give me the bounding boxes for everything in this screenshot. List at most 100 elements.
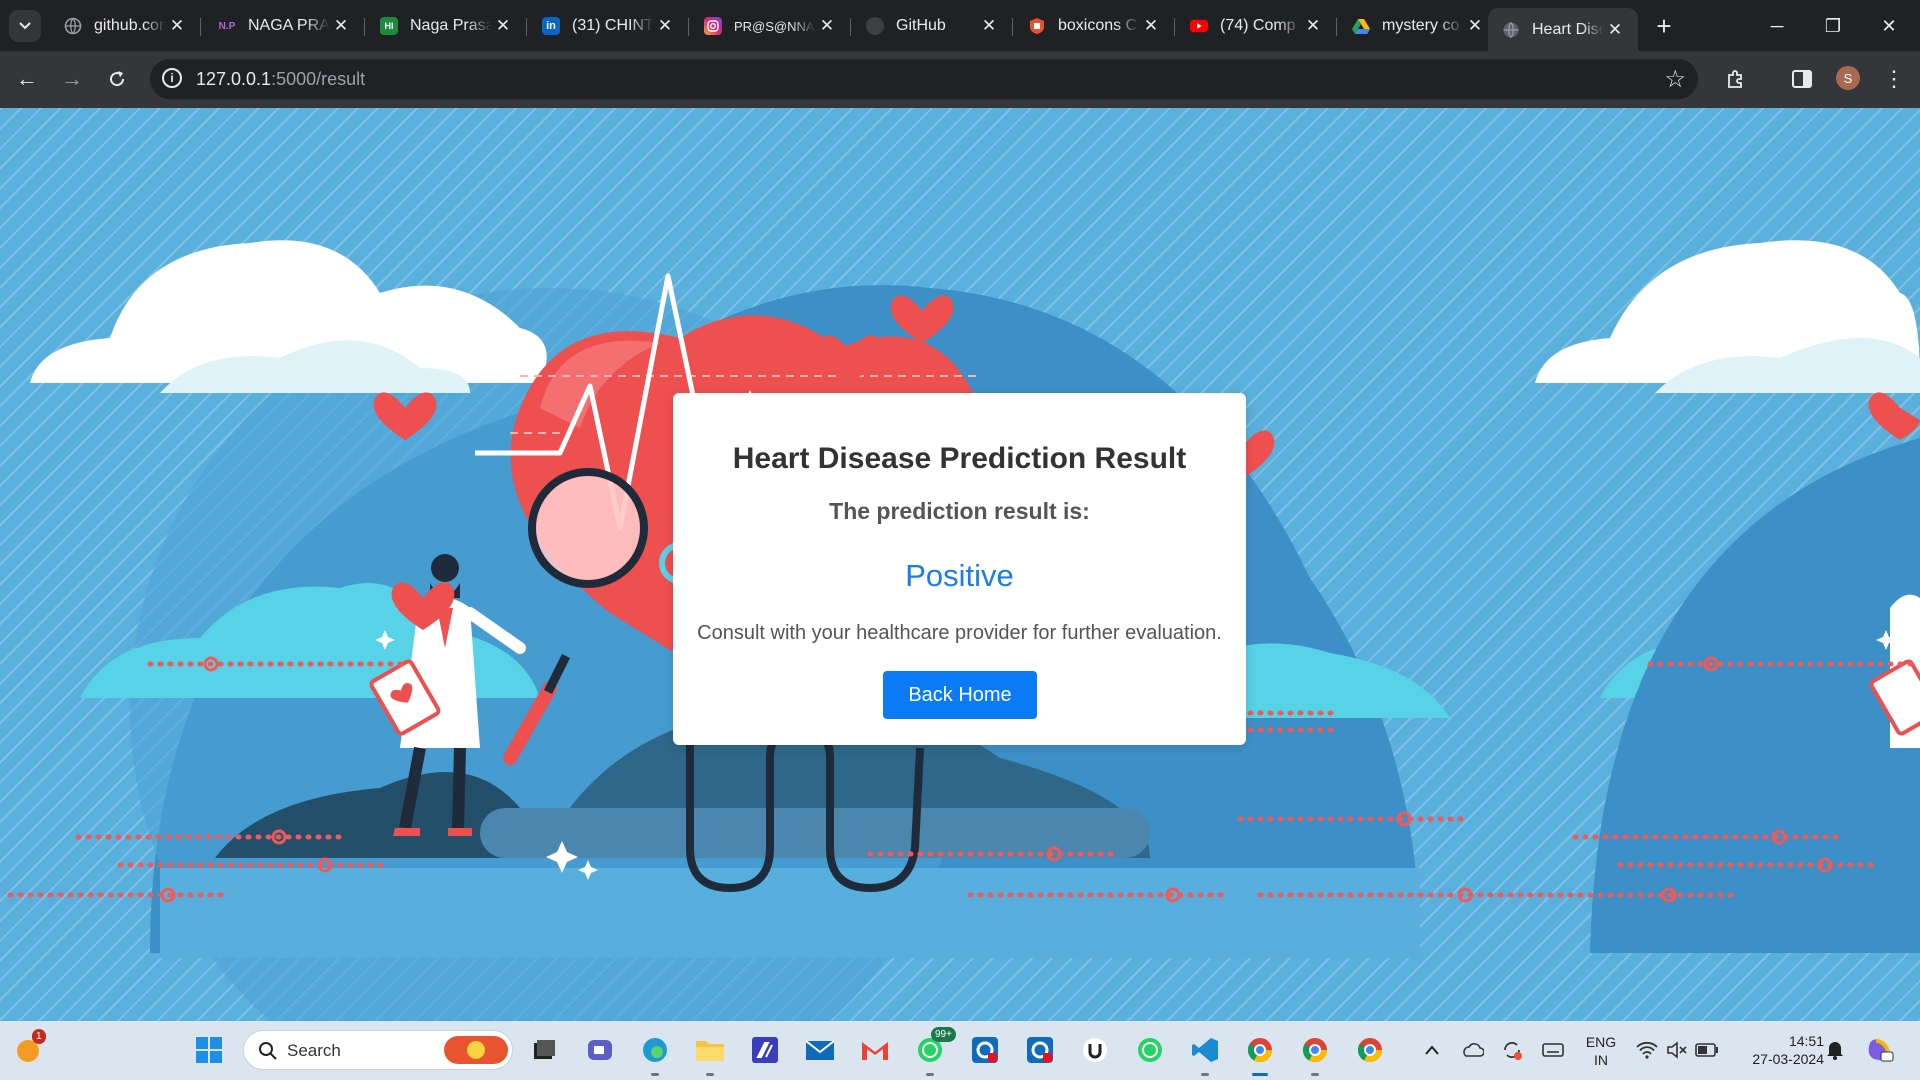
extensions-icon[interactable]	[1722, 65, 1750, 93]
tab-title: github.com	[94, 17, 166, 34]
chrome-app-profile[interactable]	[1298, 1033, 1332, 1076]
edge-dev-icon	[972, 1037, 998, 1063]
language-code: ENG	[1585, 1034, 1617, 1050]
pen-app-icon	[752, 1037, 778, 1063]
pen-app[interactable]	[748, 1033, 782, 1067]
tab-title: (74) Comp	[1220, 17, 1296, 34]
close-tab-icon[interactable]: ✕	[330, 15, 352, 37]
search-icon	[259, 1042, 277, 1060]
close-tab-icon[interactable]: ✕	[978, 15, 1000, 37]
search-placeholder: Search	[287, 1041, 341, 1060]
chrome-app[interactable]	[1353, 1033, 1387, 1067]
keyboard-icon[interactable]	[1536, 1033, 1570, 1067]
tab-title: GitHub	[896, 17, 946, 34]
page-viewport: Heart Disease Prediction Result The pred…	[0, 108, 1920, 1021]
tab-title: NAGA PRASAD	[248, 17, 330, 34]
back-button[interactable]: ←	[11, 63, 43, 95]
result-subtitle: The prediction result is:	[829, 498, 1090, 524]
edge-app[interactable]	[638, 1033, 672, 1076]
show-hidden-icons-button[interactable]	[1415, 1033, 1449, 1067]
tab-naga-prasad-site[interactable]: HI Naga Prasad ✕	[366, 8, 527, 44]
bookmark-star-icon[interactable]: ☆	[1664, 65, 1686, 94]
edge-dev-app[interactable]	[968, 1033, 1002, 1067]
chrome-icon	[1247, 1038, 1272, 1063]
tab-naga-prasad[interactable]: N.P NAGA PRASAD ✕	[204, 8, 365, 44]
close-tab-icon[interactable]: ✕	[654, 15, 676, 37]
tab-github[interactable]: GitHub ✕	[852, 8, 1013, 44]
minimize-button[interactable]: ─	[1754, 12, 1800, 40]
copilot-icon[interactable]	[1862, 1033, 1896, 1067]
back-home-button[interactable]: Back Home	[883, 671, 1037, 719]
windows-logo-icon	[196, 1037, 222, 1063]
tab-youtube[interactable]: (74) Comp ✕	[1176, 8, 1337, 44]
tab-drive[interactable]: mystery co ✕	[1338, 8, 1498, 44]
weather-widget[interactable]: 1	[12, 1029, 46, 1067]
new-tab-button[interactable]: +	[1650, 11, 1678, 41]
globe-icon	[1502, 21, 1520, 39]
address-bar[interactable]: i 127.0.0.1:5000/result ☆	[150, 59, 1698, 99]
close-tab-icon[interactable]: ✕	[816, 15, 838, 37]
site-info-icon[interactable]: i	[162, 68, 182, 88]
prediction-value: Positive	[905, 558, 1014, 593]
close-tab-icon[interactable]: ✕	[1604, 19, 1626, 41]
u-app-icon	[1083, 1038, 1107, 1062]
language-indicator[interactable]: ENG IN	[1584, 1033, 1618, 1069]
tab-title: boxicons C	[1058, 17, 1138, 34]
clock-date: 27-03-2024	[1752, 1051, 1824, 1067]
close-window-button[interactable]: ✕	[1866, 12, 1912, 40]
close-tab-icon[interactable]: ✕	[1140, 15, 1162, 37]
edge-beta-app[interactable]	[1023, 1033, 1057, 1067]
file-explorer-app[interactable]	[693, 1033, 727, 1076]
chevron-up-icon	[1425, 1045, 1439, 1055]
onedrive-icon[interactable]	[1455, 1033, 1489, 1067]
drive-icon	[1352, 17, 1370, 35]
close-tab-icon[interactable]: ✕	[492, 15, 514, 37]
chrome-app-active[interactable]	[1243, 1033, 1277, 1076]
whatsapp-app[interactable]	[1133, 1033, 1167, 1067]
close-tab-icon[interactable]: ✕	[1302, 15, 1324, 37]
region-code: IN	[1594, 1052, 1608, 1068]
tab-heart-disease[interactable]: Heart Disease ✕	[1488, 8, 1638, 51]
sync-icon[interactable]	[1495, 1033, 1529, 1067]
globe-icon	[64, 17, 82, 35]
site-logo-icon: HI	[380, 17, 398, 35]
u-app[interactable]	[1078, 1033, 1112, 1067]
tab-title: (31) CHINTU	[572, 17, 654, 34]
profile-avatar[interactable]: S	[1836, 66, 1860, 90]
clock[interactable]: 14:51 27-03-2024	[1732, 1032, 1824, 1068]
task-view-button[interactable]	[527, 1033, 561, 1067]
teams-app[interactable]	[583, 1033, 617, 1067]
notifications-bell-icon[interactable]	[1818, 1033, 1852, 1067]
menu-icon[interactable]: ⋮	[1880, 65, 1908, 93]
volume-muted-icon[interactable]	[1660, 1033, 1694, 1067]
arrow-left-icon: ←	[16, 66, 38, 91]
forward-button[interactable]: →	[56, 63, 88, 95]
tab-search-button[interactable]	[9, 10, 41, 42]
whatsapp-badge: 99+	[931, 1027, 956, 1042]
tab-instagram[interactable]: PR@S@NNA ✕	[690, 8, 851, 44]
tab-boxicons[interactable]: boxicons C ✕	[1014, 8, 1175, 44]
close-tab-icon[interactable]: ✕	[166, 15, 188, 37]
tab-github-com[interactable]: github.com ✕	[50, 8, 201, 44]
battery-icon[interactable]	[1690, 1033, 1724, 1067]
taskbar-search[interactable]: Search	[243, 1030, 513, 1070]
mail-app[interactable]	[803, 1033, 837, 1067]
arrow-right-icon: →	[61, 66, 83, 91]
edge-beta-icon	[1027, 1037, 1053, 1063]
notification-badge: 1	[32, 1029, 46, 1044]
mail-icon	[805, 1040, 835, 1060]
tab-linkedin[interactable]: in (31) CHINTU ✕	[528, 8, 689, 44]
gmail-app[interactable]	[858, 1033, 892, 1067]
whatsapp-business-app[interactable]: 99+	[913, 1027, 956, 1076]
tab-title: PR@S@NNA	[734, 18, 815, 34]
chevron-down-icon	[19, 22, 31, 30]
start-button[interactable]	[192, 1033, 226, 1067]
vscode-app[interactable]	[1188, 1033, 1222, 1076]
side-panel-icon[interactable]	[1788, 65, 1816, 93]
reload-button[interactable]	[101, 63, 133, 95]
teams-icon	[588, 1040, 612, 1060]
wifi-icon[interactable]	[1630, 1033, 1664, 1067]
gmail-icon	[862, 1042, 888, 1060]
restore-button[interactable]: ❐	[1810, 12, 1856, 40]
close-tab-icon[interactable]: ✕	[1464, 15, 1486, 37]
